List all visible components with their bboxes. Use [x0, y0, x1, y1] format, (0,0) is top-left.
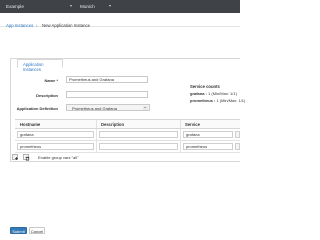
name-input[interactable] — [66, 76, 148, 83]
hosts-table: Hostname Description Service — [15, 119, 240, 153]
service-count-name: prometheus : — [190, 98, 216, 103]
brand-name[interactable]: Example — [6, 4, 24, 9]
service-picker-button[interactable] — [235, 131, 240, 138]
application-definition-label: Application Definition — [16, 106, 58, 111]
hostname-input[interactable] — [17, 143, 94, 150]
service-count-value: 1 (Min/Max: 1/1) — [216, 98, 246, 103]
breadcrumb-current-page: New Application Instance — [42, 23, 91, 28]
top-navbar: Example Munich — [0, 0, 240, 13]
application-definition-select[interactable]: Prometheus and Grafana — [66, 104, 150, 111]
group-vars-hint: Enable group vars "all" — [38, 155, 79, 160]
column-header-service: Service — [185, 122, 200, 127]
service-count-prometheus: prometheus : 1 (Min/Max: 1/1) — [190, 98, 245, 103]
tab-label[interactable]: Application Instances — [23, 62, 62, 72]
service-count-grafana: grafana : 1 (Min/Max: 1/1) — [190, 91, 237, 96]
column-header-description: Description — [101, 122, 125, 127]
breadcrumb-app-instances-link[interactable]: App Instances — [6, 23, 33, 28]
plus-icon — [14, 156, 18, 160]
breadcrumb-separator: › — [36, 23, 38, 28]
submit-button[interactable]: Submit — [10, 227, 27, 234]
service-count-value: 1 (Min/Max: 1/1) — [208, 91, 237, 96]
project-dropdown-icon[interactable] — [109, 5, 111, 7]
description-label: Description — [35, 93, 58, 98]
service-input[interactable] — [183, 143, 233, 150]
service-input[interactable] — [183, 131, 233, 138]
service-count-name: grafana : — [190, 91, 207, 96]
brand-dropdown-icon[interactable] — [70, 5, 72, 7]
cancel-button[interactable]: Cancel — [29, 227, 45, 234]
table-row — [15, 129, 240, 141]
hostname-input[interactable] — [17, 131, 94, 138]
add-row-button[interactable] — [12, 154, 18, 160]
column-header-hostname: Hostname — [20, 122, 41, 127]
description-input[interactable] — [66, 91, 148, 98]
tab-application-instances[interactable]: Application Instances — [17, 59, 63, 72]
service-picker-button[interactable] — [235, 143, 240, 150]
service-counts-title: Service counts — [190, 84, 220, 89]
breadcrumb: App Instances › New Application Instance — [0, 18, 240, 28]
project-selector[interactable]: Munich — [80, 4, 95, 9]
name-label: Name * — [44, 78, 58, 83]
host-description-input[interactable] — [99, 131, 178, 138]
application-definition-value: Prometheus and Grafana — [72, 106, 117, 111]
chevron-down-icon — [143, 106, 148, 110]
table-header: Hostname Description Service — [15, 120, 240, 129]
table-row — [15, 141, 240, 153]
host-description-input[interactable] — [99, 143, 178, 150]
delete-row-button[interactable] — [23, 154, 29, 160]
trash-icon — [25, 156, 29, 160]
